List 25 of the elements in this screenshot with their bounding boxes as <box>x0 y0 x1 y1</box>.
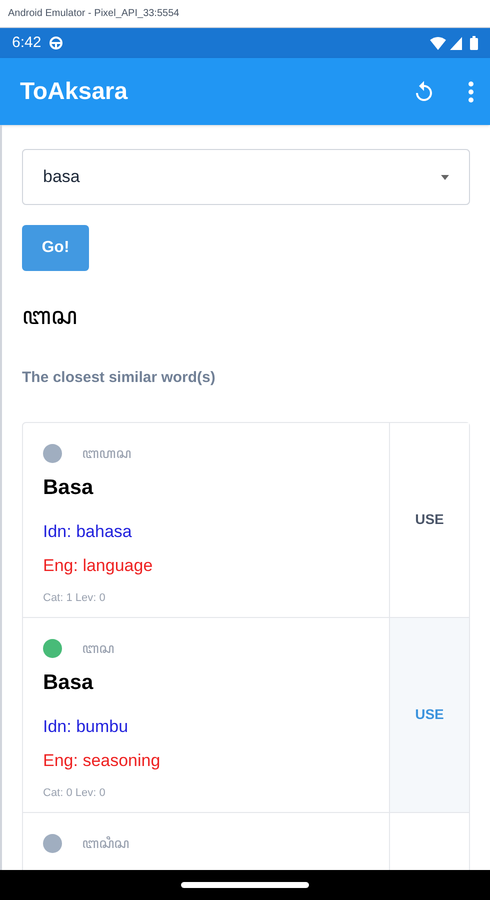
word-title: Basa <box>43 670 94 696</box>
word-select[interactable]: basa <box>22 149 470 205</box>
more-menu-icon[interactable] <box>468 80 474 102</box>
battery-icon <box>470 36 478 50</box>
word-script: ꦧꦱꦶꦱ <box>82 834 129 852</box>
indonesian-translation: Idn: bahasa <box>43 521 133 543</box>
word-script: ꦧꦲꦱ <box>82 444 131 462</box>
english-translation: Eng: language <box>43 554 154 576</box>
status-time: 6:42 <box>12 32 42 53</box>
app-title: ToAksara <box>20 76 128 106</box>
steering-wheel-icon <box>49 36 64 50</box>
wifi-icon <box>430 36 446 50</box>
indonesian-translation: Idn: bumbu <box>43 716 130 738</box>
signal-icon <box>450 36 462 50</box>
home-handle[interactable] <box>181 882 309 888</box>
dropdown-caret-icon <box>441 174 449 180</box>
word-meta: Cat: 0 Lev: 0 <box>43 786 106 801</box>
word-script: ꦧꦱ <box>82 638 114 658</box>
word-meta: Cat: 1 Lev: 0 <box>43 591 106 606</box>
word-title: Basa <box>43 474 94 500</box>
english-translation: Eng: seasoning <box>43 750 162 772</box>
javanese-result: ꦧꦱ <box>22 302 78 332</box>
section-heading: The closest similar word(s) <box>22 368 216 388</box>
window-title: Android Emulator - Pixel_API_33:5554 <box>8 7 180 21</box>
use-button[interactable]: USE <box>415 509 444 530</box>
